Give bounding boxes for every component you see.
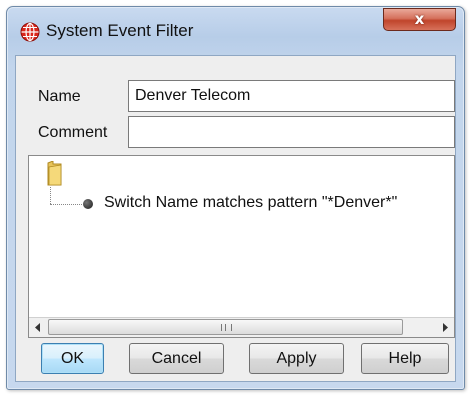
title-bar[interactable]: System Event Filter x (7, 7, 464, 55)
help-button[interactable]: Help (361, 343, 449, 374)
filter-tree[interactable]: Switch Name matches pattern "*Denver*" (28, 155, 455, 338)
window-title: System Event Filter (46, 21, 194, 40)
scroll-grip-icon (221, 324, 232, 331)
folder-icon (47, 161, 62, 186)
ok-button[interactable]: OK (41, 343, 104, 374)
comment-field[interactable] (128, 116, 455, 148)
name-field[interactable] (128, 80, 455, 112)
bullet-icon (83, 199, 93, 209)
close-button[interactable]: x (383, 8, 456, 31)
globe-icon (20, 22, 40, 42)
close-icon: x (414, 10, 425, 28)
scroll-right-icon[interactable] (436, 318, 454, 337)
tree-connector (50, 187, 51, 204)
tree-node-label[interactable]: Switch Name matches pattern "*Denver*" (104, 194, 397, 212)
cancel-button[interactable]: Cancel (129, 343, 224, 374)
horizontal-scrollbar[interactable] (29, 317, 454, 337)
name-label: Name (38, 88, 81, 105)
scroll-left-icon[interactable] (29, 318, 47, 337)
comment-label: Comment (38, 124, 108, 141)
scroll-thumb[interactable] (48, 319, 403, 335)
tree-connector (50, 204, 82, 205)
apply-button[interactable]: Apply (249, 343, 344, 374)
